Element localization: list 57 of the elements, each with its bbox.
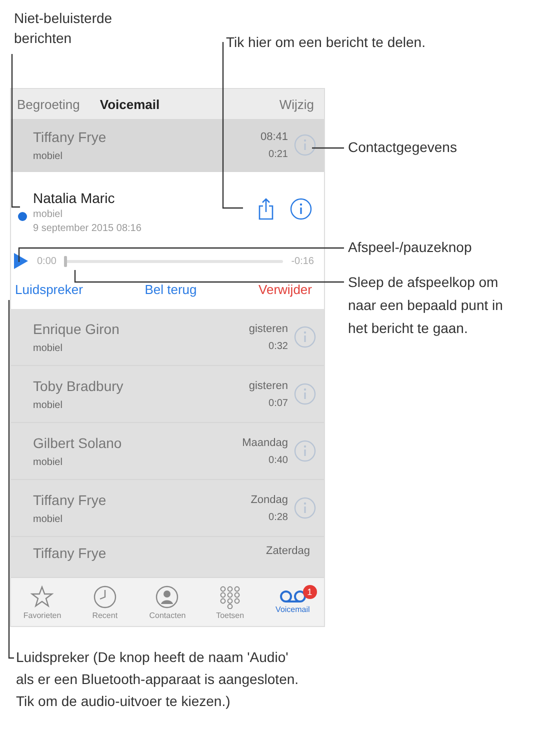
- caller-name: Enrique Giron: [33, 320, 120, 336]
- remaining-time: -0:16: [291, 256, 314, 266]
- play-icon[interactable]: [13, 252, 29, 270]
- caller-label: mobiel: [33, 456, 64, 468]
- scrubber-thumb[interactable]: [64, 256, 68, 266]
- callout-text: Afspeel-/pauzeknop: [348, 238, 472, 257]
- caller-name: Tiffany Frye: [33, 128, 108, 144]
- tab-bar-item[interactable]: Toetsen: [198, 578, 262, 626]
- callout-text: Luidspreker (De knop heeft de naam 'Audio' als er een Bluetooth-apparaat is aangesloten. Tik om de audio-uitvoer te kiezen.): [16, 648, 300, 711]
- info-icon[interactable]: [290, 198, 312, 220]
- message-duration: 0:07: [268, 398, 288, 408]
- voicemail-row[interactable]: Tiffany Frye mobiel 08:41 0:21: [11, 119, 324, 172]
- callout-text: Sleep de afspeelkop om naar een bepaald punt in het bericht te gaan.: [348, 273, 504, 338]
- tab-bar-item[interactable]: 1 Voicemail: [261, 578, 324, 626]
- segment-tab[interactable]: Voicemail: [100, 96, 160, 112]
- message-time: Zondag: [250, 494, 288, 506]
- message-time: 08:41: [260, 130, 288, 142]
- notification-badge: 1: [302, 585, 317, 599]
- action-button[interactable]: Bel terug: [144, 282, 197, 297]
- caller-label: mobiel: [33, 514, 64, 524]
- person-icon: [155, 584, 180, 608]
- voicemail-icon: [278, 590, 308, 603]
- caller-label: mobiel: [33, 342, 64, 354]
- star-icon: [30, 584, 54, 608]
- voicemail-row-expanded[interactable]: Natalia Maric mobiel 9 september 2015 08:16 0:00 -0:16 Luidspreker Bel terug Verwijder: [11, 172, 324, 309]
- tab-bar-item[interactable]: Recent: [74, 578, 136, 626]
- message-time: gisteren: [248, 380, 288, 392]
- message-duration: 0:21: [268, 148, 288, 160]
- callout-text: Tik hier om een bericht te delen.: [226, 33, 426, 52]
- caller-name: Tiffany Frye: [33, 545, 108, 561]
- tab-bar-item[interactable]: Favorieten: [11, 578, 74, 626]
- action-button[interactable]: Verwijder: [258, 282, 312, 297]
- keypad-icon: [218, 584, 242, 608]
- message-time: Maandag: [242, 436, 288, 448]
- caller-name: Tiffany Frye: [33, 492, 108, 508]
- callout-text: Contactgegevens: [348, 138, 457, 157]
- action-button[interactable]: Luidspreker: [15, 282, 83, 297]
- caller-label: mobiel: [33, 209, 64, 220]
- message-date: 9 september 2015 08:16: [33, 223, 142, 234]
- clock-icon: [92, 584, 117, 608]
- message-duration: 0:32: [268, 340, 288, 352]
- caller-label: mobiel: [33, 400, 64, 410]
- share-icon[interactable]: [258, 198, 274, 220]
- message-duration: 0:40: [268, 454, 288, 466]
- message-time: gisteren: [248, 322, 288, 334]
- segment-tab[interactable]: Begroeting: [17, 96, 80, 112]
- caller-name: Gilbert Solano: [33, 434, 123, 450]
- message-duration: 0:28: [268, 512, 288, 522]
- tab-bar-item[interactable]: Contacten: [136, 578, 199, 626]
- caller-name: Toby Bradbury: [33, 378, 124, 394]
- caller-label: mobiel: [33, 150, 64, 162]
- edit-button[interactable]: Wijzig: [279, 96, 314, 112]
- caller-name: Natalia Maric: [33, 190, 116, 206]
- message-time: Zaterdag: [266, 545, 310, 557]
- callout-text: Niet-beluisterde berichten: [14, 9, 114, 48]
- elapsed-time: 0:00: [37, 256, 56, 266]
- leader-line: [312, 147, 344, 149]
